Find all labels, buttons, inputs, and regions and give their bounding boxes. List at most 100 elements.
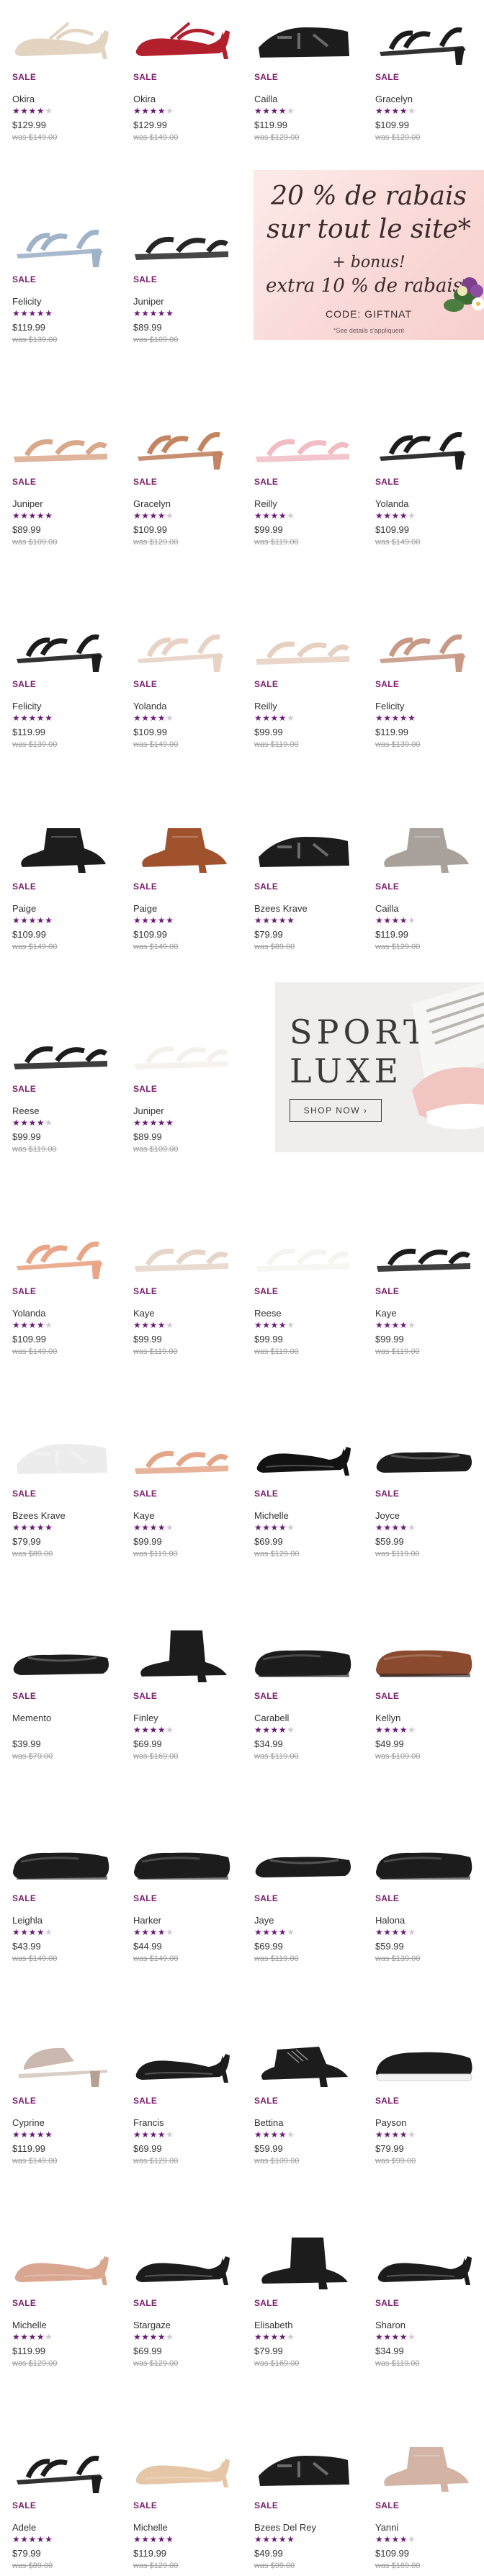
product-card[interactable]: SALE Payson ★★★★★ $79.99 was $99.00 <box>369 2029 478 2217</box>
product-name[interactable]: Felicity <box>12 701 41 712</box>
product-image[interactable] <box>248 6 357 69</box>
product-name[interactable]: Francis <box>133 2117 164 2128</box>
product-card[interactable]: SALE Reilly ★★★★★ $99.99 was $119.00 <box>248 613 357 800</box>
product-image[interactable] <box>6 1220 115 1283</box>
product-card[interactable]: SALE Gracelyn ★★★★★ $109.99 was $129.00 <box>127 410 236 598</box>
product-image[interactable] <box>6 613 115 676</box>
product-image[interactable] <box>248 2434 357 2498</box>
product-name[interactable]: Michelle <box>254 1510 289 1521</box>
product-card[interactable]: SALE Michelle ★★★★★ $119.99 was $129.00 <box>6 2232 115 2419</box>
product-image[interactable] <box>248 613 357 676</box>
product-name[interactable]: Reese <box>12 1105 40 1116</box>
product-card[interactable]: SALE Harker ★★★★★ $44.99 was $149.00 <box>127 1827 236 2014</box>
product-card[interactable]: SALE Felicity ★★★★★ $119.99 was $139.00 <box>6 208 115 395</box>
product-image[interactable] <box>127 2029 236 2093</box>
product-name[interactable]: Halona <box>375 1915 405 1926</box>
product-name[interactable]: Michelle <box>133 2522 168 2533</box>
product-name[interactable]: Stargaze <box>133 2320 171 2330</box>
product-name[interactable]: Bzees Krave <box>12 1510 66 1521</box>
product-card[interactable]: SALE Juniper ★★★★★ $89.99 was $109.00 <box>127 1018 236 1205</box>
product-name[interactable]: Okira <box>12 94 35 104</box>
product-image[interactable] <box>369 2434 478 2498</box>
product-name[interactable]: Leighla <box>12 1915 42 1926</box>
product-name[interactable]: Cailla <box>375 903 399 914</box>
product-card[interactable]: SALE Finley ★★★★★ $69.99 was $169.00 <box>127 1625 236 1812</box>
product-image[interactable] <box>369 6 478 69</box>
product-name[interactable]: Bettina <box>254 2117 283 2128</box>
product-card[interactable]: SALE Felicity ★★★★★ $119.99 was $139.00 <box>6 613 115 800</box>
product-name[interactable]: Michelle <box>12 2320 47 2330</box>
product-card[interactable]: SALE Yanni ★★★★★ $109.99 was $169.00 <box>369 2434 478 2576</box>
product-image[interactable] <box>6 2434 115 2498</box>
promo-banner[interactable]: 20 % de rabais sur tout le site* + bonus… <box>254 170 484 340</box>
product-name[interactable]: Yolanda <box>133 701 167 712</box>
product-image[interactable] <box>6 1625 115 1688</box>
product-card[interactable]: SALE Reese ★★★★★ $99.99 was $119.00 <box>6 1018 115 1205</box>
product-image[interactable] <box>127 613 236 676</box>
product-name[interactable]: Okira <box>133 94 156 104</box>
product-card[interactable]: SALE Jaye ★★★★★ $69.99 was $119.00 <box>248 1827 357 2014</box>
product-name[interactable]: Cyprine <box>12 2117 45 2128</box>
product-image[interactable] <box>127 1625 236 1688</box>
product-name[interactable]: Jaye <box>254 1915 274 1926</box>
product-image[interactable] <box>248 1422 357 1486</box>
product-card[interactable]: SALE Joyce ★★★★★ $59.99 was $119.00 <box>369 1422 478 1610</box>
product-name[interactable]: Memento <box>12 1713 51 1723</box>
product-card[interactable]: SALE Memento $39.99 was $79.00 <box>6 1625 115 1812</box>
product-image[interactable] <box>6 208 115 271</box>
product-image[interactable] <box>6 815 115 879</box>
product-card[interactable]: SALE Reilly ★★★★★ $99.99 was $119.00 <box>248 410 357 598</box>
product-name[interactable]: Bzees Krave <box>254 903 308 914</box>
product-card[interactable]: SALE Francis ★★★★★ $69.99 was $129.00 <box>127 2029 236 2217</box>
product-card[interactable]: SALE Paige ★★★★★ $109.99 was $149.00 <box>6 815 115 1002</box>
product-card[interactable]: SALE Yolanda ★★★★★ $109.99 was $149.00 <box>127 613 236 800</box>
product-image[interactable] <box>369 410 478 474</box>
product-name[interactable]: Kaye <box>133 1510 155 1521</box>
product-card[interactable]: SALE Okira ★★★★★ $129.99 was $149.00 <box>127 6 236 193</box>
product-name[interactable]: Sharon <box>375 2320 405 2330</box>
product-card[interactable]: SALE Michelle ★★★★★ $69.99 was $129.00 <box>248 1422 357 1610</box>
product-name[interactable]: Carabell <box>254 1713 289 1723</box>
product-image[interactable] <box>127 208 236 271</box>
product-card[interactable]: SALE Kaye ★★★★★ $99.99 was $119.00 <box>127 1422 236 1610</box>
product-image[interactable] <box>6 1422 115 1486</box>
product-image[interactable] <box>248 1220 357 1283</box>
product-card[interactable]: SALE Carabell ★★★★★ $34.99 was $119.00 <box>248 1625 357 1812</box>
product-name[interactable]: Payson <box>375 2117 406 2128</box>
product-card[interactable]: SALE Okira ★★★★★ $129.99 was $149.00 <box>6 6 115 193</box>
product-card[interactable]: SALE Felicity ★★★★★ $119.99 was $139.00 <box>369 613 478 800</box>
product-image[interactable] <box>248 1827 357 1890</box>
product-image[interactable] <box>6 2232 115 2295</box>
product-name[interactable]: Reese <box>254 1308 282 1319</box>
product-name[interactable]: Juniper <box>133 296 164 307</box>
product-card[interactable]: SALE Cailla ★★★★★ $119.99 was $129.00 <box>248 6 357 193</box>
product-image[interactable] <box>127 410 236 474</box>
shop-now-button[interactable]: SHOP NOW › <box>290 1099 382 1122</box>
product-image[interactable] <box>6 2029 115 2093</box>
product-name[interactable]: Gracelyn <box>133 498 171 509</box>
product-card[interactable]: SALE Cyprine ★★★★★ $119.99 was $149.00 <box>6 2029 115 2217</box>
product-image[interactable] <box>369 1827 478 1890</box>
product-image[interactable] <box>248 1625 357 1688</box>
sport-luxe-banner[interactable]: SPORT LUXE SHOP NOW › <box>275 982 484 1152</box>
product-name[interactable]: Yanni <box>375 2522 398 2533</box>
product-card[interactable]: SALE Yolanda ★★★★★ $109.99 was $149.00 <box>6 1220 115 1407</box>
product-card[interactable]: SALE Stargaze ★★★★★ $69.99 was $129.00 <box>127 2232 236 2419</box>
product-image[interactable] <box>369 1422 478 1486</box>
product-name[interactable]: Kellyn <box>375 1713 400 1723</box>
product-image[interactable] <box>248 410 357 474</box>
product-name[interactable]: Adele <box>12 2522 36 2533</box>
product-card[interactable]: SALE Halona ★★★★★ $59.99 was $139.00 <box>369 1827 478 2014</box>
product-card[interactable]: SALE Bzees Krave ★★★★★ $79.99 was $89.00 <box>6 1422 115 1610</box>
product-name[interactable]: Finley <box>133 1713 158 1723</box>
product-image[interactable] <box>248 2029 357 2093</box>
product-card[interactable]: SALE Michelle ★★★★★ $119.99 was $129.00 <box>127 2434 236 2576</box>
product-card[interactable]: SALE Juniper ★★★★★ $89.99 was $109.00 <box>6 410 115 598</box>
product-name[interactable]: Kaye <box>375 1308 397 1319</box>
product-card[interactable]: SALE Bzees Krave ★★★★★ $79.99 was $89.00 <box>248 815 357 1002</box>
product-name[interactable]: Gracelyn <box>375 94 413 104</box>
product-image[interactable] <box>248 2232 357 2295</box>
product-image[interactable] <box>248 815 357 879</box>
product-card[interactable]: SALE Bettina ★★★★★ $59.99 was $109.00 <box>248 2029 357 2217</box>
product-name[interactable]: Joyce <box>375 1510 400 1521</box>
